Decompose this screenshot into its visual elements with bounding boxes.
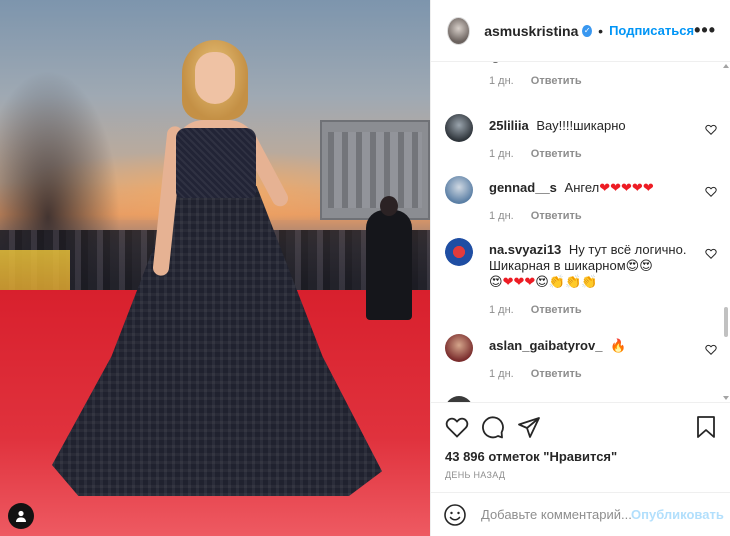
- comment-time: 1 дн.: [489, 75, 514, 87]
- comment-meta: 1 дн. Ответить: [489, 304, 717, 316]
- gown-skirt: [52, 186, 382, 496]
- comment-text: aslan_gaibatyrov_ 🔥: [489, 334, 691, 354]
- comment-avatar[interactable]: [445, 238, 473, 266]
- post-date[interactable]: ДЕНЬ НАЗАД: [445, 470, 717, 480]
- comment-content-line3b: ❤❤❤: [502, 274, 536, 289]
- comment-icon[interactable]: [481, 415, 505, 439]
- scroll-up-arrow-icon[interactable]: [723, 64, 729, 68]
- follow-button[interactable]: Подписаться: [609, 23, 694, 38]
- bookmark-icon[interactable]: [695, 415, 717, 439]
- comment-like-heart-icon[interactable]: [705, 342, 717, 358]
- comment-meta: 1 дн. Ответить: [489, 75, 717, 87]
- comment-item: 😂 1 дн. Ответить: [445, 62, 717, 87]
- comment-item: na.svyazi13 Ну тут всё логично. Шикарная…: [445, 238, 717, 316]
- comment-text: 25liliia Вау!!!!шикарно: [489, 114, 691, 134]
- comment-content-line3c: 😍👏👏👏: [535, 274, 598, 289]
- comment-avatar[interactable]: [445, 114, 473, 142]
- comment-time: 1 дн.: [489, 368, 514, 380]
- action-bar: [445, 413, 717, 441]
- comments-scrollbar[interactable]: [722, 62, 730, 402]
- comment-like-heart-icon[interactable]: [705, 246, 717, 262]
- reply-button[interactable]: Ответить: [531, 148, 582, 160]
- comment-item: 25liliia Вау!!!!шикарно 1 дн. Ответить: [445, 114, 717, 160]
- comment-time: 1 дн.: [489, 304, 514, 316]
- comment-time: 1 дн.: [489, 210, 514, 222]
- comment-content-line3a: 😍: [489, 274, 503, 289]
- post-view: asmuskristina ✓ • Подписаться ••• 😂 1 дн…: [0, 0, 730, 536]
- username[interactable]: asmuskristina: [484, 23, 578, 39]
- side-panel: asmuskristina ✓ • Подписаться ••• 😂 1 дн…: [430, 0, 730, 536]
- comment-text: 😂: [489, 62, 691, 67]
- comment-text: na.svyazi13 Ну тут всё логично. Шикарная…: [489, 238, 691, 290]
- more-options-icon[interactable]: •••: [694, 20, 716, 41]
- post-photo[interactable]: [0, 0, 430, 536]
- comment-text: gennad__s Ангел❤❤❤❤❤: [489, 176, 691, 196]
- comment-emoji: 😂: [489, 62, 502, 65]
- comment-content: Вау!!!!шикарно: [536, 118, 626, 133]
- comment-time: 1 дн.: [489, 148, 514, 160]
- comment-item: aslan_gaibatyrov_ 🔥 1 дн. Ответить: [445, 334, 717, 380]
- reply-button[interactable]: Ответить: [531, 304, 582, 316]
- reply-button[interactable]: Ответить: [531, 210, 582, 222]
- comment-like-heart-icon[interactable]: [705, 122, 717, 138]
- reply-button[interactable]: Ответить: [531, 75, 582, 87]
- comment-username[interactable]: 25liliia: [489, 118, 529, 133]
- comment-input[interactable]: [481, 507, 631, 522]
- tagged-user-icon[interactable]: [8, 503, 34, 529]
- comment-like-heart-icon[interactable]: [705, 184, 717, 200]
- scroll-down-arrow-icon[interactable]: [723, 396, 729, 400]
- comment-hearts: ❤❤❤❤❤: [599, 180, 654, 195]
- avatar[interactable]: [447, 16, 471, 45]
- share-icon[interactable]: [517, 415, 541, 439]
- comment-meta: 1 дн. Ответить: [489, 368, 717, 380]
- scroll-thumb[interactable]: [724, 307, 728, 337]
- comment-avatar[interactable]: [445, 334, 473, 362]
- post-header: asmuskristina ✓ • Подписаться •••: [431, 0, 730, 62]
- separator-dot: •: [598, 22, 604, 39]
- comment-item: gennad__s Ангел❤❤❤❤❤ 1 дн. Ответить: [445, 176, 717, 222]
- post-actions: 43 896 отметок "Нравится" ДЕНЬ НАЗАД: [431, 402, 730, 488]
- reply-button[interactable]: Ответить: [531, 368, 582, 380]
- comment-avatar[interactable]: [445, 176, 473, 204]
- comment-content-line2: Шикарная в шикарном😍😍: [489, 258, 653, 273]
- comment-username[interactable]: na.svyazi13: [489, 242, 561, 257]
- woman-in-gown: [52, 36, 382, 496]
- face: [195, 52, 235, 104]
- add-comment-bar: Опубликовать: [431, 492, 730, 536]
- comment-username[interactable]: aslan_gaibatyrov_: [489, 338, 602, 353]
- gown-bodice: [176, 128, 256, 198]
- emoji-smile-icon[interactable]: [443, 503, 467, 527]
- publish-button[interactable]: Опубликовать: [631, 507, 724, 522]
- comment-meta: 1 дн. Ответить: [489, 148, 717, 160]
- comment-content: 🔥: [610, 338, 627, 353]
- comment-content-line1: Ну тут всё логично.: [568, 242, 687, 257]
- comment-username[interactable]: gennad__s: [489, 180, 557, 195]
- likes-count[interactable]: 43 896 отметок "Нравится": [445, 449, 717, 464]
- comments-list[interactable]: 😂 1 дн. Ответить 25liliia Вау!!!!шикарно…: [431, 62, 723, 402]
- heart-icon[interactable]: [445, 416, 469, 438]
- verified-badge-icon: ✓: [582, 24, 593, 37]
- comment-content: Ангел: [564, 180, 600, 195]
- comment-meta: 1 дн. Ответить: [489, 210, 717, 222]
